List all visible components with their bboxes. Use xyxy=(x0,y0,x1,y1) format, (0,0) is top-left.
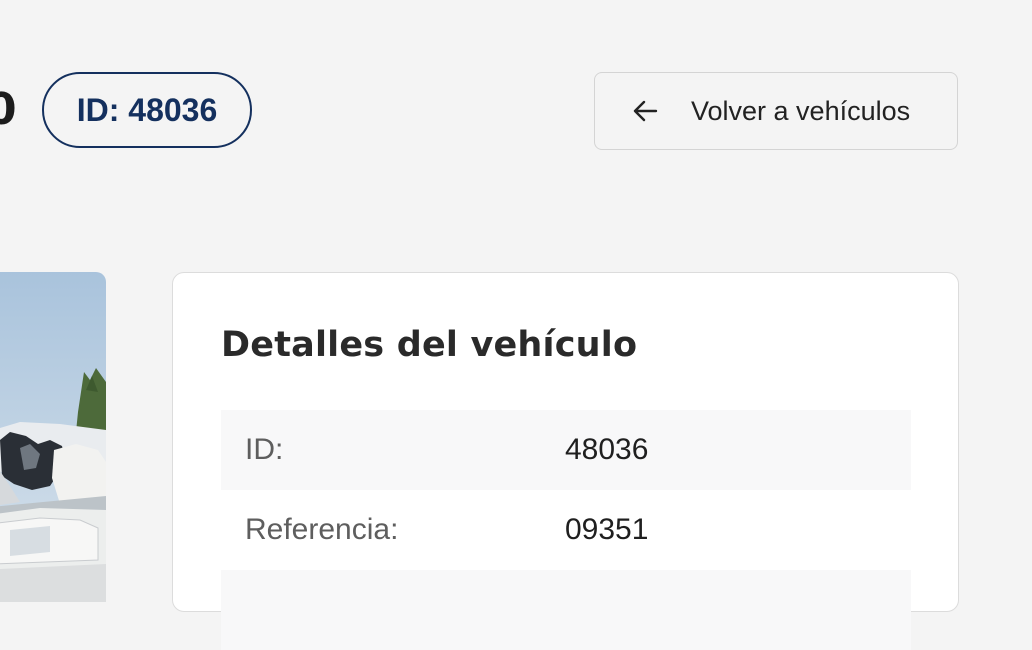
arrow-left-icon xyxy=(631,97,659,125)
detail-row-reference: Referencia: 09351 xyxy=(221,490,911,570)
vehicle-details-card: Detalles del vehículo ID: 48036 Referenc… xyxy=(172,272,959,650)
detail-value: 09351 xyxy=(565,513,649,546)
detail-label: ID: xyxy=(245,433,284,466)
page-title-fragment: 0 xyxy=(0,84,17,135)
vehicle-details-title: Detalles del vehículo xyxy=(221,325,638,365)
detail-row-id: ID: 48036 xyxy=(221,410,911,490)
back-button-label: Volver a vehículos xyxy=(691,95,911,126)
detail-row-next xyxy=(221,570,911,650)
detail-value: 48036 xyxy=(565,433,649,466)
vehicle-id-badge: ID: 48036 xyxy=(42,72,252,148)
detail-label: Referencia: xyxy=(245,513,399,546)
back-to-vehicles-button[interactable]: Volver a vehículos xyxy=(594,72,958,150)
vehicle-photo xyxy=(0,272,106,602)
